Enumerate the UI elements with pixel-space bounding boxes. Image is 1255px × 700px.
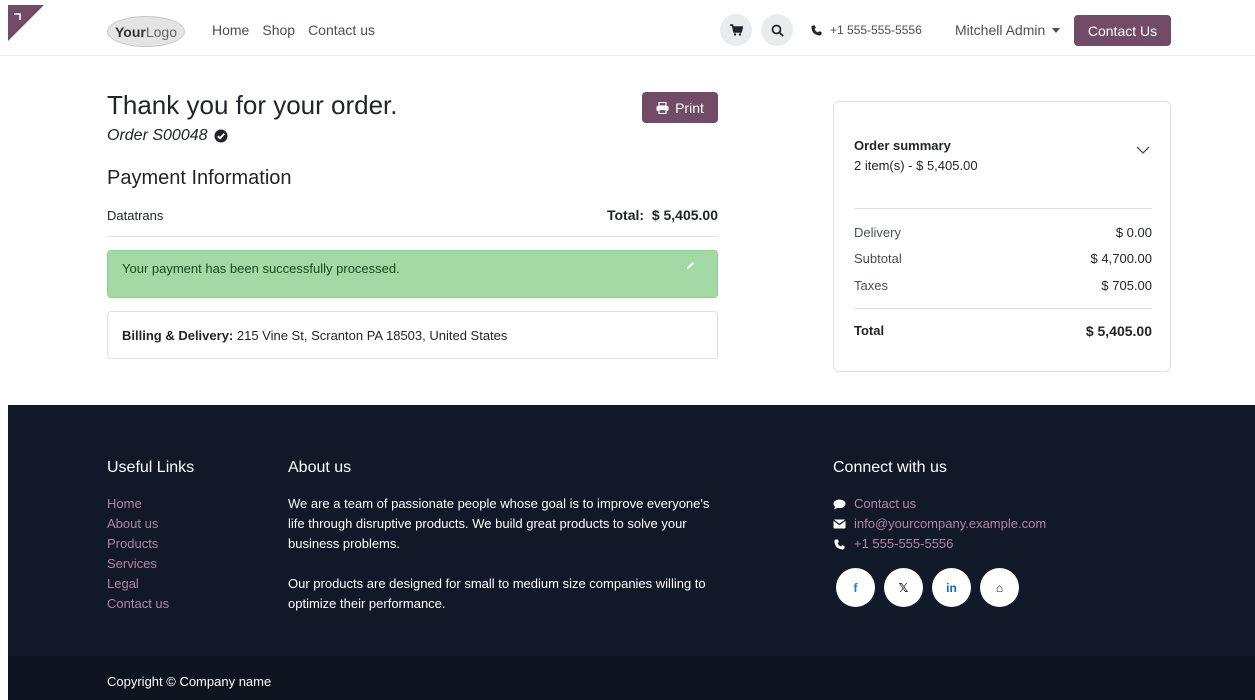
order-reference: Order S00048	[107, 127, 228, 145]
order-summary-card: Order summary 2 item(s) - $ 5,405.00 Del…	[833, 101, 1171, 372]
order-summary-items: 2 item(s) - $ 5,405.00	[854, 158, 978, 173]
nav-home[interactable]: Home	[212, 22, 249, 38]
contact-us-button[interactable]: Contact Us	[1074, 15, 1171, 46]
footer-link-legal[interactable]: Legal	[107, 574, 169, 594]
print-label: Print	[675, 99, 704, 116]
summary-total-value: $ 5,405.00	[1085, 323, 1152, 339]
useful-links-list: Home About us Products Services Legal Co…	[107, 494, 169, 614]
logo-text-light: Logo	[145, 23, 177, 40]
facebook-icon[interactable]: f	[836, 568, 875, 607]
payment-method: Datatrans	[107, 208, 164, 223]
divider	[854, 208, 1152, 209]
connect-phone-row[interactable]: +1 555-555-5556	[833, 534, 1046, 554]
chevron-down-icon	[1052, 27, 1061, 33]
footer-link-contact[interactable]: Contact us	[107, 594, 169, 614]
connect-email-link: info@yourcompany.example.com	[854, 516, 1047, 531]
user-menu[interactable]: Mitchell Admin	[955, 22, 1061, 38]
billing-address-text: 215 Vine St, Scranton PA 18503, United S…	[233, 328, 508, 343]
payment-success-alert: Your payment has been successfully proce…	[107, 250, 718, 298]
summary-subtotal: Subtotal $ 4,700.00	[854, 251, 1152, 266]
site-logo[interactable]: Your Logo	[107, 16, 185, 47]
site-footer: Useful Links Home About us Products Serv…	[8, 405, 1255, 656]
subtotal-label: Subtotal	[854, 251, 902, 266]
cart-button[interactable]	[720, 14, 752, 46]
header-phone[interactable]: +1 555-555-5556	[811, 23, 922, 37]
printer-icon	[656, 101, 669, 114]
order-summary-title: Order summary	[854, 138, 951, 153]
connect-email-row[interactable]: info@yourcompany.example.com	[833, 514, 1046, 534]
cart-icon	[729, 24, 743, 36]
footer-link-about[interactable]: About us	[107, 514, 169, 534]
about-us-paragraph-1: We are a team of passionate people whose…	[288, 496, 710, 551]
delivery-label: Delivery	[854, 225, 901, 240]
phone-icon	[834, 539, 845, 549]
taxes-label: Taxes	[854, 278, 888, 293]
payment-total-value: $ 5,405.00	[651, 207, 718, 223]
page-title: Thank you for your order.	[107, 90, 398, 120]
nav-shop[interactable]: Shop	[262, 22, 295, 38]
billing-delivery-box: Billing & Delivery: 215 Vine St, Scranto…	[107, 311, 718, 359]
payment-info-heading: Payment Information	[107, 167, 292, 189]
linkedin-icon[interactable]: in	[932, 568, 971, 607]
taxes-value: $ 705.00	[1101, 278, 1152, 293]
main-nav: Home Shop Contact us	[212, 22, 375, 38]
print-button[interactable]: Print	[642, 92, 718, 123]
social-links: f 𝕏 in ⌂	[836, 568, 1019, 607]
site-header: Your Logo Home Shop Contact us +1 555-555…	[0, 0, 1255, 56]
logo-text-bold: Your	[114, 23, 146, 40]
footer-link-home[interactable]: Home	[107, 494, 169, 514]
search-button[interactable]	[761, 14, 793, 46]
copyright-text: Copyright © Company name	[107, 674, 272, 689]
x-twitter-icon[interactable]: 𝕏	[884, 568, 923, 607]
connect-phone-link: +1 555-555-5556	[854, 536, 954, 551]
subtotal-value: $ 4,700.00	[1090, 251, 1152, 266]
billing-address: Billing & Delivery: 215 Vine St, Scranto…	[122, 328, 507, 343]
payment-total-label: Total:	[606, 207, 645, 223]
footer-link-products[interactable]: Products	[107, 534, 169, 554]
divider	[854, 308, 1152, 309]
billing-label: Billing & Delivery:	[122, 328, 234, 343]
home-icon[interactable]: ⌂	[980, 568, 1019, 607]
check-circle-icon	[214, 129, 228, 143]
payment-total: Total: $ 5,405.00	[607, 207, 718, 223]
about-us-paragraph-2: Our products are designed for small to m…	[288, 576, 706, 611]
connect-heading: Connect with us	[833, 459, 947, 476]
summary-total-label: Total	[854, 323, 885, 338]
search-icon	[771, 24, 784, 37]
delivery-value: $ 0.00	[1115, 225, 1152, 240]
comment-icon	[833, 499, 846, 509]
order-ref-text: Order S00048	[107, 127, 208, 144]
phone-icon	[811, 25, 822, 35]
footer-link-services[interactable]: Services	[107, 554, 169, 574]
header-phone-number: +1 555-555-5556	[830, 23, 922, 37]
connect-contact-row[interactable]: Contact us	[833, 494, 1046, 514]
about-us-heading: About us	[288, 459, 352, 476]
summary-taxes: Taxes $ 705.00	[854, 278, 1152, 293]
envelope-icon	[833, 519, 846, 529]
user-name: Mitchell Admin	[955, 22, 1046, 38]
pencil-icon[interactable]	[686, 261, 695, 270]
summary-total: Total $ 5,405.00	[854, 323, 1152, 339]
nav-contact-us[interactable]: Contact us	[308, 22, 375, 38]
summary-delivery: Delivery $ 0.00	[854, 225, 1152, 240]
connect-contact-link: Contact us	[854, 496, 917, 511]
connect-list: Contact us info@yourcompany.example.com …	[833, 494, 1046, 554]
useful-links-heading: Useful Links	[107, 459, 195, 476]
payment-row: Datatrans Total: $ 5,405.00	[107, 207, 718, 237]
chevron-down-icon[interactable]	[1136, 146, 1150, 155]
alert-message: Your payment has been successfully proce…	[122, 261, 400, 276]
